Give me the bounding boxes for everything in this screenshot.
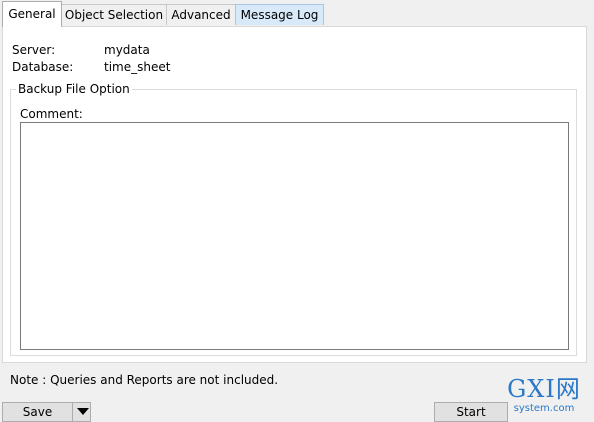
tab-advanced[interactable]: Advanced bbox=[166, 4, 236, 25]
save-dropdown-button[interactable] bbox=[72, 402, 91, 422]
database-value: time_sheet bbox=[104, 60, 171, 74]
server-value: mydata bbox=[104, 43, 150, 57]
tab-message-log[interactable]: Message Log bbox=[235, 4, 324, 25]
comment-label: Comment: bbox=[20, 107, 83, 121]
tab-general[interactable]: General bbox=[2, 1, 62, 27]
watermark-sub-text: system.com bbox=[513, 403, 575, 414]
tab-object-selection[interactable]: Object Selection bbox=[61, 4, 167, 25]
database-label: Database: bbox=[12, 60, 74, 74]
save-button[interactable]: Save bbox=[2, 402, 73, 422]
comment-textarea[interactable] bbox=[20, 122, 569, 350]
backup-file-option-title: Backup File Option bbox=[18, 82, 130, 96]
note-text: Note : Queries and Reports are not inclu… bbox=[10, 373, 279, 387]
watermark-main-text: GXI网 bbox=[507, 375, 581, 403]
watermark-logo: GXI网 system.com bbox=[494, 376, 594, 418]
server-label: Server: bbox=[12, 43, 56, 57]
tab-strip: General Object Selection Advanced Messag… bbox=[0, 0, 594, 27]
dropdown-arrow-icon bbox=[77, 408, 89, 415]
